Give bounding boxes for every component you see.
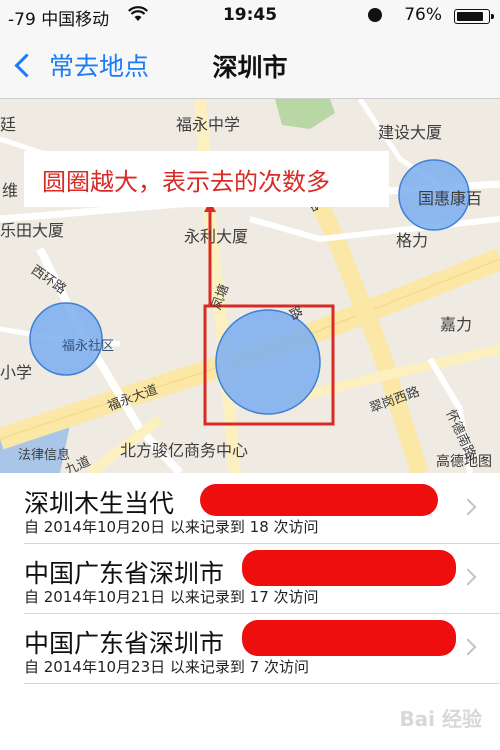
map-label-guohuikang: 国惠康百 [418,189,483,208]
page-title: 深圳市 [212,53,288,82]
place-name: 中国广东省深圳市 [24,629,225,658]
map-attribution: 高德地图 [436,454,492,470]
baidu-watermark: Bai 经验 [399,707,482,731]
place-visit-info: 自 2014年10月20日 以来记录到 18 次访问 [24,518,319,536]
map-label-geli: 格力 [396,231,429,250]
list-item[interactable]: 中国广东省深圳市 自 2014年10月21日 以来记录到 17 次访问 [24,544,500,614]
chevron-right-icon [459,568,477,586]
frequent-places-list: 深圳木生当代 自 2014年10月20日 以来记录到 18 次访问 中国广东省深… [0,474,500,684]
battery-percentage: 76% [404,5,442,25]
map-label-jianshe: 建设大厦 [378,123,443,142]
annotation-text: 圆圈越大，表示去的次数多 [42,168,330,196]
list-item[interactable]: 深圳木生当代 自 2014年10月20日 以来记录到 18 次访问 [24,474,500,544]
place-visit-info: 自 2014年10月21日 以来记录到 17 次访问 [24,588,319,606]
redaction-mark [242,550,456,586]
map-view[interactable]: 福永中学 建设大厦 廷 维 国惠康百 乐田大厦 永利大厦 格力 西环路 福永社区… [0,99,500,473]
map-label-huatian: 乐田大厦 [0,221,65,240]
redaction-mark [242,620,456,656]
visit-circle-large[interactable] [215,309,321,415]
navigation-bar: 常去地点 深圳市 [0,32,500,99]
place-name: 中国广东省深圳市 [24,559,225,588]
map-label-fuyong-community: 福永社区 [62,339,115,354]
map-label-beifang: 北方骏亿商务中心 [120,441,249,460]
status-bar: -79 中国移动 19:45 76% [0,0,500,32]
alarm-icon [368,8,382,22]
map-label-edge: 廷 [0,115,17,134]
battery-icon [454,9,494,24]
place-name: 深圳木生当代 [24,489,175,518]
chevron-right-icon [459,638,477,656]
list-item[interactable]: 中国广东省深圳市 自 2014年10月23日 以来记录到 7 次访问 [24,614,500,684]
redaction-mark [200,484,438,516]
map-label-fuyong-school: 福永中学 [176,115,241,134]
map-label-xiaoxue: 小学 [0,363,33,382]
annotation-box: 圆圈越大，表示去的次数多 [24,151,389,207]
place-visit-info: 自 2014年10月23日 以来记录到 7 次访问 [24,658,309,676]
map-label-edge2: 维 [2,181,19,200]
map-label-jiali: 嘉力 [440,315,473,334]
map-label-yongli: 永利大厦 [184,227,249,246]
chevron-right-icon [459,498,477,516]
